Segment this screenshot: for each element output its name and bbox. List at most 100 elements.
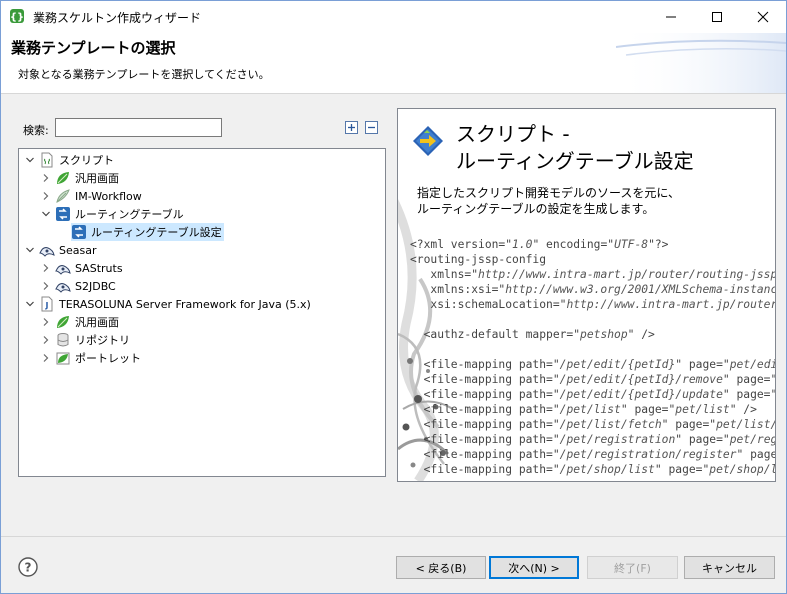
detail-title-line1: スクリプト -: [456, 122, 570, 146]
script-file-icon: [41, 152, 53, 168]
tree-item-sastruts[interactable]: SAStruts: [40, 259, 123, 277]
maximize-button[interactable]: [694, 1, 740, 33]
code-token: http://www.w3.org/2001/XMLSchema-instanc…: [505, 283, 776, 296]
code-line: xmlns="http://www.intra-mart.jp/router/r…: [410, 267, 775, 282]
chevron-right-icon[interactable]: [40, 190, 52, 202]
chevron-right-icon[interactable]: [40, 334, 52, 346]
code-line: <file-mapping path="/pet/edit/{petId}/up…: [410, 387, 776, 402]
back-button[interactable]: < 戻る(B): [396, 556, 486, 579]
code-line: <?xml version="1.0" encoding="UTF-8"?>: [410, 237, 775, 252]
finish-button[interactable]: 終了(F): [587, 556, 678, 579]
search-input[interactable]: [55, 118, 222, 137]
code-token: /pet/edit/{petId}: [559, 358, 676, 371]
tree-item-terasoluna[interactable]: J TERASOLUNA Server Framework for Java (…: [24, 295, 311, 313]
chevron-down-icon[interactable]: [24, 154, 36, 166]
code-token: /pet/edit/{petId}/update: [559, 388, 723, 401]
code-token: <authz-default mapper=": [410, 328, 581, 341]
tree-item-im-workflow[interactable]: IM-Workflow: [40, 187, 142, 205]
routing-icon: [72, 225, 86, 239]
code-line: <file-mapping path="/pet/edit/{petId}" p…: [410, 357, 775, 372]
portlet-icon: [56, 352, 70, 365]
code-token: pet/shop/list: [709, 463, 775, 476]
code-line: <file-mapping path="/pet/registration/re…: [410, 447, 775, 462]
code-token: <file-mapping path=": [410, 403, 560, 416]
collapse-all-icon[interactable]: [365, 121, 378, 134]
minimize-button[interactable]: [648, 1, 694, 33]
close-button[interactable]: [740, 1, 786, 33]
tree-item-label: リポジトリ: [75, 334, 130, 347]
chevron-down-icon[interactable]: [24, 244, 36, 256]
cancel-button[interactable]: キャンセル: [684, 556, 775, 579]
java-file-icon: J: [41, 296, 53, 312]
code-token: <file-mapping path=": [410, 448, 560, 461]
code-token: <routing-jssp-config: [410, 253, 547, 266]
code-token: " page=": [654, 463, 710, 476]
code-token: " encoding=": [532, 238, 615, 251]
code-token: <file-mapping path=": [410, 418, 560, 431]
code-line: <file-mapping path="/pet/list/fetch" pag…: [410, 417, 775, 432]
leaf-icon: [57, 316, 69, 328]
leaf-icon: [57, 172, 69, 184]
tree-item-s2jdbc[interactable]: S2JDBC: [40, 277, 116, 295]
title-bar[interactable]: {} 業務スケルトン作成ウィザード: [1, 1, 786, 33]
template-tree[interactable]: スクリプト 汎用画面 IM-Workflow ルーティングテーブル ルーティング…: [18, 148, 386, 477]
chevron-right-icon[interactable]: [40, 280, 52, 292]
expand-all-icon[interactable]: [345, 121, 358, 134]
code-token: petshop: [580, 328, 628, 341]
code-token: /pet/list: [559, 403, 621, 416]
code-token: <file-mapping path=": [410, 463, 560, 476]
wizard-header: 業務テンプレートの選択 対象となる業務テンプレートを選択してください。: [1, 33, 786, 94]
code-token: <file-mapping path=": [410, 433, 560, 446]
chevron-right-icon[interactable]: [40, 352, 52, 364]
chevron-right-icon[interactable]: [40, 172, 52, 184]
code-token: " page=": [722, 373, 776, 386]
tree-item-repository[interactable]: リポジトリ: [40, 331, 130, 349]
tree-item-label: スクリプト: [59, 154, 114, 167]
tree-item-generic-screen-2[interactable]: 汎用画面: [40, 313, 119, 331]
tree-item-label: ポートレット: [75, 352, 141, 365]
footer-divider: [1, 536, 786, 537]
code-line: <routing-jssp-config: [410, 252, 775, 267]
tree-item-label: IM-Workflow: [75, 189, 142, 203]
seasar-icon: [55, 283, 71, 293]
tree-item-portlet[interactable]: ポートレット: [40, 349, 141, 367]
app-icon: {}: [10, 9, 24, 23]
code-token: xsi:schemaLocation=": [410, 298, 567, 311]
template-detail-panel: スクリプト - ルーティングテーブル設定 指定したスクリプト開発モデルのソースを…: [397, 108, 776, 482]
tree-item-label: 汎用画面: [75, 316, 119, 329]
chevron-right-icon[interactable]: [40, 262, 52, 274]
detail-description-line2: ルーティングテーブルの設定を生成します。: [417, 202, 655, 216]
code-token: " page=": [722, 388, 776, 401]
code-line: <authz-default mapper="petshop" />: [410, 327, 775, 342]
tree-item-routing-table[interactable]: ルーティングテーブル: [40, 205, 184, 223]
detail-description-line1: 指定したスクリプト開発モデルのソースを元に、: [417, 186, 681, 200]
code-token: pet/list/fetch: [716, 418, 775, 431]
repository-icon: [57, 333, 69, 347]
tree-item-seasar[interactable]: Seasar: [24, 241, 97, 259]
detail-title-line2: ルーティングテーブル設定: [456, 149, 694, 173]
code-token: <file-mapping path=": [410, 388, 560, 401]
code-line: <file-mapping path="/pet/list" page="pet…: [410, 402, 775, 417]
tree-item-script[interactable]: スクリプト: [24, 151, 114, 169]
chevron-down-icon[interactable]: [40, 208, 52, 220]
detail-title: スクリプト - ルーティングテーブル設定: [456, 121, 694, 175]
detail-description: 指定したスクリプト開発モデルのソースを元に、 ルーティングテーブルの設定を生成し…: [417, 185, 680, 217]
help-icon[interactable]: ?: [18, 557, 38, 577]
code-token: pet/edit: [729, 358, 775, 371]
search-label: 検索:: [23, 124, 49, 137]
wizard-window: {} 業務スケルトン作成ウィザード 業務テンプレートの選択 対象となる業務テンプ…: [0, 0, 787, 594]
tree-item-label: ルーティングテーブル: [75, 208, 184, 221]
tree-item-routing-table-config[interactable]: ルーティングテーブル設定: [71, 223, 224, 241]
code-line: xsi:schemaLocation="http://www.intra-mar…: [410, 297, 775, 312]
tree-item-generic-screen[interactable]: 汎用画面: [40, 169, 119, 187]
code-token: " page=": [675, 358, 730, 371]
tree-item-label: S2JDBC: [75, 279, 116, 293]
code-token: pet/list: [675, 403, 730, 416]
maximize-icon: [712, 12, 722, 22]
next-button[interactable]: 次へ(N) >: [489, 556, 579, 579]
chevron-right-icon[interactable]: [40, 316, 52, 328]
code-token: <file-mapping path=": [410, 373, 560, 386]
chevron-down-icon[interactable]: [24, 298, 36, 310]
